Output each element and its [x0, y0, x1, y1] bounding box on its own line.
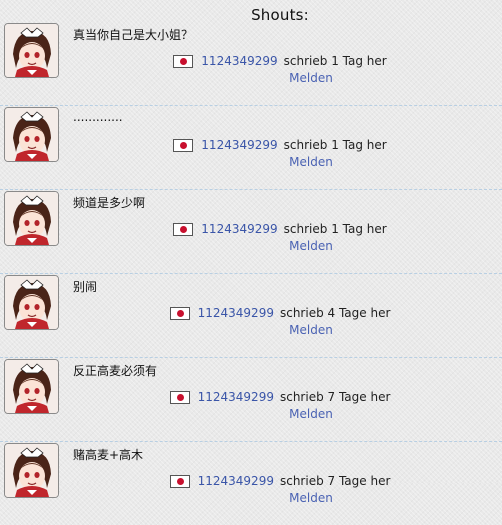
shout-time: schrieb 4 Tage her: [279, 306, 391, 320]
avatar-image: [5, 276, 58, 329]
shout-time: schrieb 1 Tag her: [283, 54, 387, 68]
avatar-image: [5, 108, 58, 161]
shout-item: 别闹 1124349299 schrieb 4 Tage her Melden: [0, 274, 502, 358]
japan-flag-icon: [173, 222, 194, 236]
shout-item: ............. 1124349299 schrieb 1 Tag h…: [0, 106, 502, 190]
shout-item: 频道是多少啊 1124349299 schrieb 1 Tag her Meld…: [0, 190, 502, 274]
shout-meta: 1124349299 schrieb 7 Tage her: [0, 474, 502, 488]
japan-flag-icon: [173, 138, 194, 152]
shout-message: .............: [73, 110, 123, 124]
shout-username-link[interactable]: 1124349299: [198, 390, 274, 404]
avatar-image: [5, 360, 58, 413]
user-avatar[interactable]: [4, 443, 59, 498]
shout-username-link[interactable]: 1124349299: [198, 306, 274, 320]
shout-meta: 1124349299 schrieb 7 Tage her: [0, 390, 502, 404]
japan-flag-icon: [169, 390, 190, 404]
user-avatar[interactable]: [4, 275, 59, 330]
shout-meta: 1124349299 schrieb 4 Tage her: [0, 306, 502, 320]
shout-message: 真当你自己是大小姐？: [73, 28, 194, 42]
shout-time: schrieb 1 Tag her: [283, 222, 387, 236]
shout-list: 真当你自己是大小姐？ 1124349299 schrieb 1 Tag her …: [0, 22, 502, 525]
shout-username-link[interactable]: 1124349299: [201, 138, 277, 152]
shout-meta: 1124349299 schrieb 1 Tag her: [0, 138, 502, 152]
user-avatar[interactable]: [4, 107, 59, 162]
avatar-image: [5, 24, 58, 77]
report-link[interactable]: Melden: [0, 71, 502, 85]
shout-message: 别闹: [73, 280, 98, 294]
report-link[interactable]: Melden: [0, 323, 502, 337]
avatar-image: [5, 444, 58, 497]
shout-time: schrieb 7 Tage her: [279, 474, 391, 488]
report-link[interactable]: Melden: [0, 407, 502, 421]
user-avatar[interactable]: [4, 191, 59, 246]
shout-time: schrieb 7 Tage her: [279, 390, 391, 404]
shout-username-link[interactable]: 1124349299: [201, 222, 277, 236]
shout-username-link[interactable]: 1124349299: [201, 54, 277, 68]
shout-meta: 1124349299 schrieb 1 Tag her: [0, 222, 502, 236]
japan-flag-icon: [169, 474, 190, 488]
japan-flag-icon: [169, 306, 190, 320]
japan-flag-icon: [173, 54, 194, 68]
shout-item: 反正高麦必须有 1124349299 schrieb 7 Tage her Me…: [0, 358, 502, 442]
user-avatar[interactable]: [4, 23, 59, 78]
shout-item: 真当你自己是大小姐？ 1124349299 schrieb 1 Tag her …: [0, 22, 502, 106]
shout-username-link[interactable]: 1124349299: [198, 474, 274, 488]
shout-message: 反正高麦必须有: [73, 364, 158, 378]
shout-meta: 1124349299 schrieb 1 Tag her: [0, 54, 502, 68]
report-link[interactable]: Melden: [0, 239, 502, 253]
shout-message: 频道是多少啊: [73, 196, 146, 210]
report-link[interactable]: Melden: [0, 491, 502, 505]
shout-time: schrieb 1 Tag her: [283, 138, 387, 152]
report-link[interactable]: Melden: [0, 155, 502, 169]
shout-message: 赌高麦+高木: [73, 448, 144, 462]
user-avatar[interactable]: [4, 359, 59, 414]
avatar-image: [5, 192, 58, 245]
shout-item: 赌高麦+高木 1124349299 schrieb 7 Tage her Mel…: [0, 442, 502, 525]
